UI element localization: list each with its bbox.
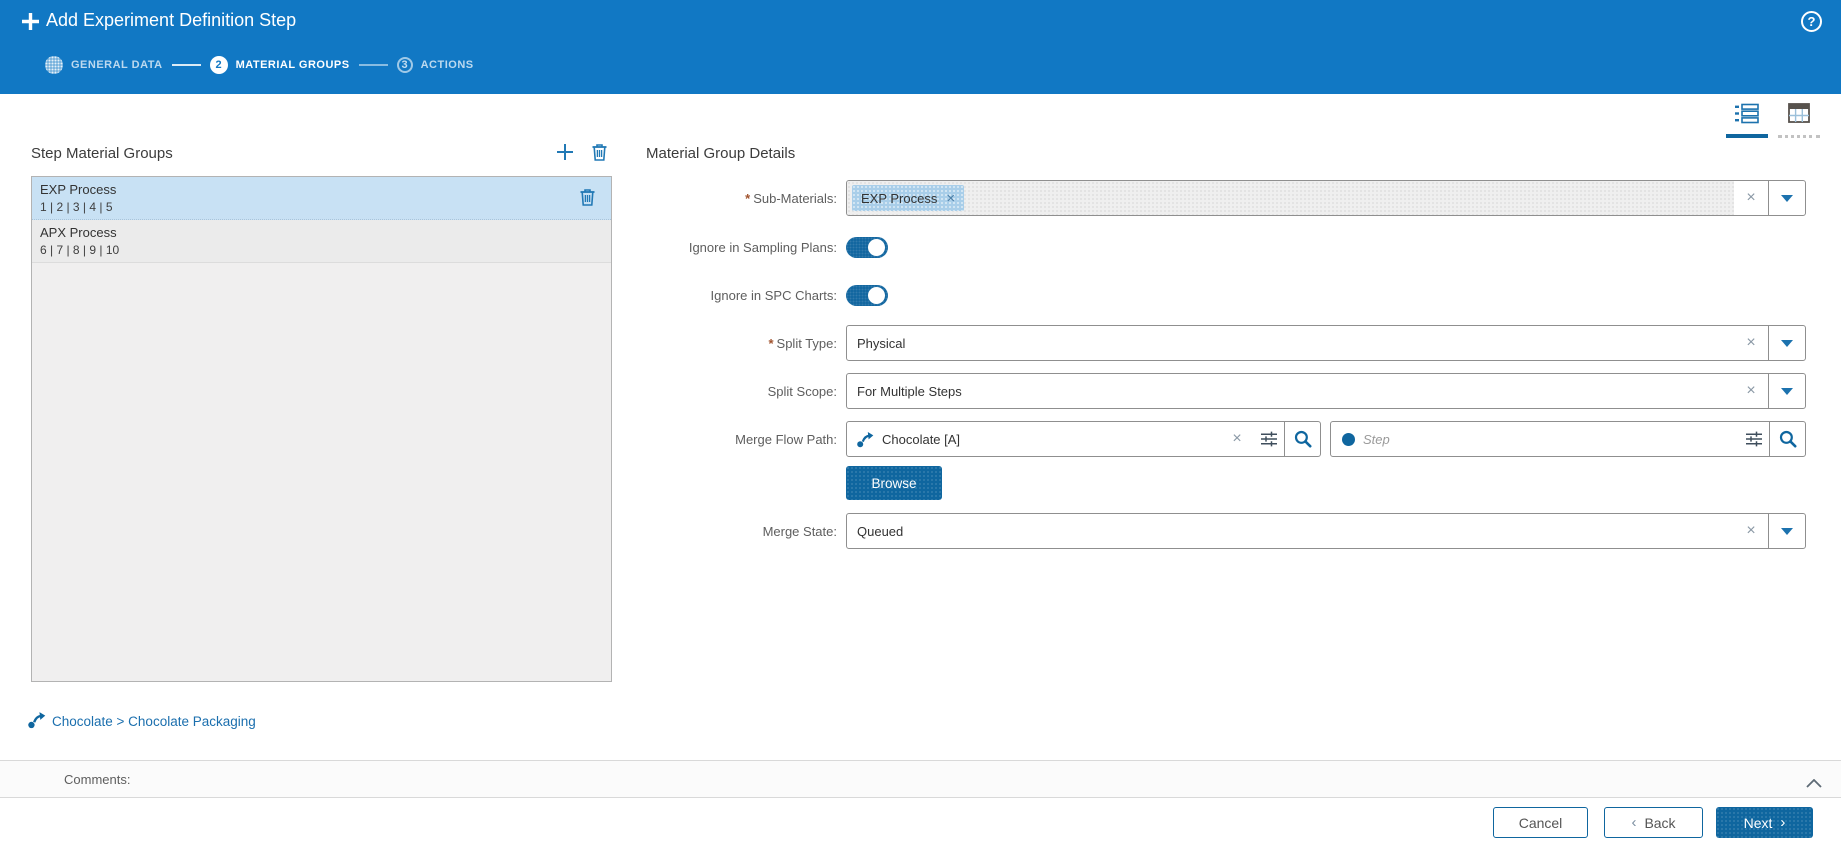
chevron-left-icon: ‹ xyxy=(1631,814,1637,831)
step-connector xyxy=(171,64,201,66)
step-3-circle: 3 xyxy=(396,57,413,73)
merge-flow-path-step-input[interactable]: Step xyxy=(1330,421,1806,457)
step-general-data[interactable]: GENERAL DATA xyxy=(45,56,163,74)
clear-icon[interactable]: × xyxy=(1734,189,1768,207)
add-material-group-button[interactable] xyxy=(556,143,574,166)
cancel-label: Cancel xyxy=(1518,814,1563,831)
table-view-button[interactable] xyxy=(1778,103,1820,138)
required-marker: * xyxy=(768,335,774,351)
dropdown-button[interactable] xyxy=(1768,374,1805,408)
chevron-down-icon xyxy=(1781,339,1793,347)
delete-material-group-button[interactable] xyxy=(591,143,608,166)
chip-label: EXP Process xyxy=(861,190,938,206)
split-type-row: * Split Type: Physical × xyxy=(420,325,1806,361)
step-actions[interactable]: 3 ACTIONS xyxy=(396,57,474,73)
ignore-spc-charts-label: Ignore in SPC Charts: xyxy=(710,288,837,303)
wizard-dialog: Add Experiment Definition Step ? GENERAL… xyxy=(0,0,1841,850)
clear-icon[interactable]: × xyxy=(1734,382,1768,400)
step-placeholder: Step xyxy=(1363,431,1390,447)
ignore-sampling-plans-label: Ignore in Sampling Plans: xyxy=(688,240,837,255)
next-label: Next xyxy=(1743,814,1773,831)
sub-materials-value-area: EXP Process × xyxy=(847,181,1734,215)
next-button[interactable]: Next › xyxy=(1716,807,1813,838)
ignore-sampling-plans-toggle[interactable] xyxy=(846,237,888,258)
split-type-label: * Split Type: xyxy=(768,335,837,351)
merge-state-row: Merge State: Queued × xyxy=(420,513,1806,549)
step-connector xyxy=(358,64,388,66)
chip-remove-icon[interactable]: × xyxy=(946,190,955,207)
split-scope-select[interactable]: For Multiple Steps × xyxy=(846,373,1806,409)
clear-icon[interactable]: × xyxy=(1220,430,1254,448)
split-scope-row: Split Scope: For Multiple Steps × xyxy=(420,373,1806,409)
search-icon xyxy=(1294,430,1311,448)
sub-materials-multiselect[interactable]: EXP Process × × xyxy=(846,180,1806,216)
chevron-down-icon xyxy=(1781,527,1793,535)
merge-flow-path-value: Chocolate [A] xyxy=(882,431,961,447)
header-bar: Add Experiment Definition Step ? GENERAL… xyxy=(0,0,1841,94)
merge-state-select[interactable]: Queued × xyxy=(846,513,1806,549)
dropdown-button[interactable] xyxy=(1768,181,1805,215)
browse-button[interactable]: Browse xyxy=(846,466,942,500)
flow-path-icon xyxy=(27,711,46,732)
merge-flow-path-input[interactable]: Chocolate [A] × xyxy=(846,421,1321,457)
dropdown-button[interactable] xyxy=(1768,514,1805,548)
step-material-groups[interactable]: 2 MATERIAL GROUPS xyxy=(209,56,350,74)
split-type-select[interactable]: Physical × xyxy=(846,325,1806,361)
merge-state-value: Queued xyxy=(857,523,904,539)
ignore-spc-charts-row: Ignore in SPC Charts: xyxy=(420,285,888,306)
chevron-down-icon xyxy=(1781,387,1793,395)
chevron-up-icon[interactable] xyxy=(1806,775,1822,793)
help-icon[interactable]: ? xyxy=(1801,11,1822,32)
comments-bar[interactable]: Comments: xyxy=(0,760,1841,798)
step-dot-icon xyxy=(1342,432,1355,446)
step-2-label: MATERIAL GROUPS xyxy=(235,59,350,71)
search-button[interactable] xyxy=(1769,422,1805,456)
step-1-label: GENERAL DATA xyxy=(71,59,163,71)
list-view-button[interactable] xyxy=(1726,103,1768,138)
page-title: Add Experiment Definition Step xyxy=(46,10,297,30)
step-1-circle xyxy=(45,56,63,74)
comments-label: Comments: xyxy=(64,772,131,787)
split-scope-value: For Multiple Steps xyxy=(857,383,962,399)
chevron-down-icon xyxy=(1781,194,1793,202)
step-3-label: ACTIONS xyxy=(420,59,474,71)
wizard-stepper: GENERAL DATA 2 MATERIAL GROUPS 3 ACTIONS xyxy=(45,56,474,74)
search-button[interactable] xyxy=(1284,422,1320,456)
ignore-sampling-plans-row: Ignore in Sampling Plans: xyxy=(420,237,888,258)
cancel-button[interactable]: Cancel xyxy=(1493,807,1588,838)
list-view-icon xyxy=(1734,103,1760,129)
flow-path-breadcrumb[interactable]: Chocolate > Chocolate Packaging xyxy=(27,711,256,732)
merge-state-label: Merge State: xyxy=(762,523,837,539)
step-2-circle: 2 xyxy=(209,56,228,74)
sub-materials-label: * Sub-Materials: xyxy=(745,190,837,206)
filter-criteria-icon[interactable] xyxy=(1254,430,1284,448)
left-panel-title: Step Material Groups xyxy=(31,145,173,162)
back-label: Back xyxy=(1644,814,1676,831)
search-icon xyxy=(1779,430,1796,448)
split-scope-label: Split Scope: xyxy=(767,383,837,399)
merge-flow-path-label: Merge Flow Path: xyxy=(735,431,837,447)
merge-flow-path-row: Merge Flow Path: Chocolate [A] × Step xyxy=(420,421,1806,457)
toggle-knob xyxy=(868,287,885,304)
dropdown-button[interactable] xyxy=(1768,326,1805,360)
clear-icon[interactable]: × xyxy=(1734,334,1768,352)
view-toggle xyxy=(1726,103,1820,138)
required-marker: * xyxy=(745,190,751,206)
split-type-value: Physical xyxy=(857,335,906,351)
filter-criteria-icon[interactable] xyxy=(1739,430,1769,448)
clear-icon[interactable]: × xyxy=(1734,522,1768,540)
sub-materials-row: * Sub-Materials: EXP Process × × xyxy=(420,180,1806,216)
browse-row: Browse xyxy=(420,466,942,500)
table-view-icon xyxy=(1788,103,1810,130)
back-button[interactable]: ‹ Back xyxy=(1604,807,1703,838)
details-title: Material Group Details xyxy=(646,145,796,162)
chip-exp-process[interactable]: EXP Process × xyxy=(852,185,965,211)
ignore-spc-charts-toggle[interactable] xyxy=(846,285,888,306)
flow-path-icon xyxy=(856,431,874,448)
toggle-knob xyxy=(868,239,885,256)
breadcrumb-label: Chocolate > Chocolate Packaging xyxy=(52,714,256,729)
chevron-right-icon: › xyxy=(1780,814,1786,831)
add-icon xyxy=(21,12,40,36)
